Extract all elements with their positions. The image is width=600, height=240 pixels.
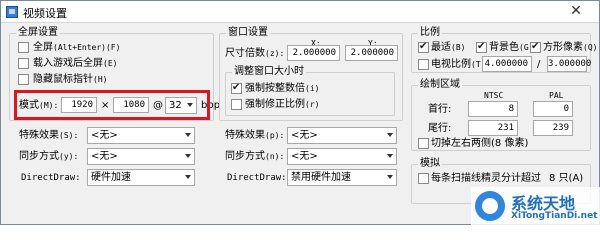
clip-sides-checkbox[interactable] [418,138,429,149]
hide-cursor-label: 隐藏鼠标指针(H) [33,74,108,85]
last-line-pal-input[interactable]: 239 [533,120,573,136]
window-settings-group-label: 窗口设置 [226,27,270,39]
clip-sides-label: 切掉左右两侧(8 像素) [431,138,529,149]
effect-hotkey-left: (S): [59,131,79,140]
square-pixel-hotkey: (Q) [583,43,598,52]
force-ratio-checkbox[interactable] [231,99,242,110]
sync-select-right[interactable]: <无> [287,148,397,165]
fullscreen-checkbox[interactable] [18,42,29,53]
window-title: 视频设置 [23,7,67,20]
best-fit-hotkey: (B) [451,43,466,52]
directdraw-select-left-value: 硬件加速 [91,172,131,183]
video-settings-window: 视频设置 ✕ 全屏设置 全屏(Alt+Enter)(F) 载入游戏后全屏(E) … [0,0,600,226]
globe-logo-icon [475,191,505,221]
best-fit-checkbox[interactable] [418,41,429,53]
sync-select-left-value: <无> [91,151,118,162]
directdraw-label-right: DirectDraw: [227,173,287,183]
fullscreen-label: 全屏(Alt+Enter)(F) [33,42,121,53]
effect-select-right[interactable]: <无> [287,127,397,144]
first-line-ntsc-input[interactable]: 8 [468,101,518,117]
effect-hotkey-right: (p): [265,131,285,140]
site-watermark: 系统天地 XiTongTianDi.net [471,187,600,226]
directdraw-select-left[interactable]: 硬件加速 [87,169,195,186]
directdraw-label-left: DirectDraw: [21,173,81,183]
size-multiplier-label: 尺寸倍数(z): [225,48,285,59]
chevron-down-icon [185,175,191,179]
fullscreen-hotkey: (Alt+Enter)(F) [53,43,121,52]
effect-label-right: 特殊效果(p): [225,130,285,141]
background-color-checkbox[interactable] [476,41,487,53]
effect-select-left[interactable]: <无> [87,127,195,144]
scanline-sprite-label: 每条扫描线精灵分计超过 [431,173,541,184]
chevron-down-icon [185,154,191,158]
load-game-fullscreen-label: 载入游戏后全屏(E) [33,58,118,69]
hide-cursor-hotkey: (H) [93,75,108,84]
force-integer-label: 强制按整数倍(i) [245,83,320,94]
close-button[interactable]: ✕ [559,2,593,21]
first-line-label: 首行: [428,104,452,115]
effect-label-left: 特殊效果(S): [19,130,79,141]
last-line-label: 尾行: [428,123,452,134]
sync-select-right-value: <无> [291,151,318,162]
sync-label-left: 同步方式(y): [19,151,79,162]
watermark-url: XiTongTianDi.net [511,211,598,221]
window-scale-y-input[interactable]: 2.000000 [345,45,398,61]
background-color-label: 背景色(G) [489,42,534,53]
fullscreen-group-label: 全屏设置 [16,27,60,39]
sync-hotkey-right: (n): [265,152,285,161]
load-game-hotkey: (E) [103,59,118,68]
ratio-group-label: 比例 [418,27,442,39]
effect-select-right-value: <无> [291,130,318,141]
highlight-annotation-box [14,90,210,120]
scanline-sprite-checkbox[interactable] [418,173,429,184]
force-ratio-hotkey: (r) [305,100,320,109]
best-fit-label: 最适(B) [431,42,466,53]
tv-ratio-y-input[interactable]: 3.000000 [547,56,591,72]
size-multiplier-hotkey: (z): [265,49,285,58]
last-line-ntsc-input[interactable]: 231 [468,120,518,136]
load-game-fullscreen-checkbox[interactable] [18,58,29,69]
chevron-down-icon [387,154,393,158]
directdraw-select-right[interactable]: 禁用硬件加速 [287,169,397,186]
tv-ratio-slash: / [537,59,541,70]
draw-area-group-label: 绘制区域 [418,79,462,91]
clip-sides-hotkey: (8 像素) [491,138,529,149]
sync-select-left[interactable]: <无> [87,148,195,165]
chevron-down-icon [387,175,393,179]
first-line-pal-input[interactable]: 0 [533,101,573,117]
chevron-down-icon [185,133,191,137]
title-bar: 视频设置 ✕ [1,1,599,23]
force-integer-hotkey: (i) [305,84,320,93]
directdraw-select-right-value: 禁用硬件加速 [291,172,351,183]
emulation-group-label: 模拟 [418,158,442,170]
window-scale-x-input[interactable]: 2.000000 [287,45,340,61]
scanline-sprite-value: 8 只(A) [549,173,584,184]
tv-ratio-x-input[interactable]: 4.000000 [482,56,532,72]
chevron-down-icon [387,133,393,137]
app-icon [6,6,18,18]
sync-hotkey-left: (y): [59,152,79,161]
force-integer-checkbox[interactable] [231,82,242,94]
sync-label-right: 同步方式(n): [225,151,285,162]
resize-group-label: 调整窗口大小时 [232,66,306,78]
hide-cursor-checkbox[interactable] [18,74,29,85]
force-ratio-label: 强制修正比例(r) [245,99,320,110]
tv-ratio-checkbox[interactable] [418,59,429,70]
square-pixel-label: 方形像素(Q) [543,42,598,53]
square-pixel-checkbox[interactable] [530,41,541,53]
effect-select-left-value: <无> [91,130,118,141]
